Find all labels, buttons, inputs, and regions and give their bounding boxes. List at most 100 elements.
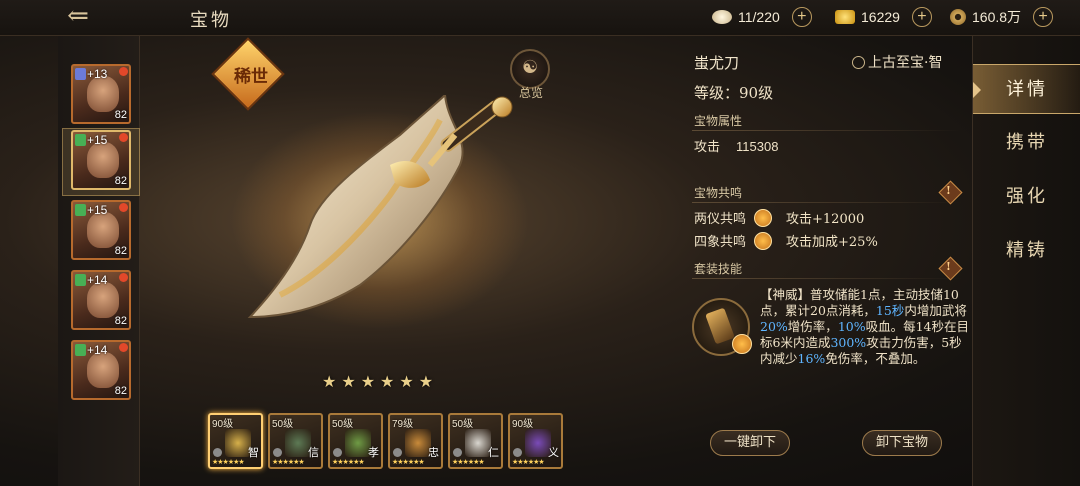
equipment-slot[interactable]: 50级 ★★★★★★ 孝: [328, 413, 383, 469]
notification-dot-icon: [119, 343, 128, 352]
skill-highlight-value: 15秒: [875, 303, 905, 318]
equipment-slot[interactable]: 50级 ★★★★★★ 仁: [448, 413, 503, 469]
tab-label: 强化: [1006, 186, 1048, 207]
back-arrow-icon[interactable]: ⇐: [58, 3, 98, 29]
tab-2[interactable]: 强化: [973, 172, 1080, 222]
unequip-treasure-button[interactable]: 卸下宝物: [862, 430, 942, 456]
skill-text-segment: 免伤率，不叠加。: [825, 351, 926, 366]
shield-badge-icon: [75, 68, 86, 80]
hero-card[interactable]: +13 82: [71, 64, 131, 124]
hero-card[interactable]: +15 82: [71, 130, 131, 190]
attack-value: 115308: [736, 139, 779, 154]
notification-dot-icon: [119, 203, 128, 212]
equipment-level: 90级: [212, 419, 234, 430]
resource-copper: 160.8万 +: [950, 6, 1054, 28]
equipment-virtue-tag: 孝: [368, 446, 379, 459]
treasure-screen: ⇐ 宝物 11/220 + 16229 + 160.8万 + +13 82 +15 8…: [0, 0, 1080, 486]
side-tabs: 详情 携带 强化 精铸: [972, 36, 1080, 486]
add-silver-button[interactable]: +: [791, 7, 812, 27]
equipment-level: 90级: [512, 419, 534, 430]
skill-highlight-value: 16%: [797, 351, 826, 366]
equipment-virtue-tag: 义: [548, 446, 559, 459]
exclamation-icon: !: [946, 260, 951, 273]
equipment-stars: ★★★★★★: [392, 458, 425, 466]
resource-silver: 11/220 +: [712, 6, 812, 28]
resonance-row: 两仪共鸣 攻击+12000: [694, 208, 864, 227]
shield-badge-icon: [75, 274, 86, 286]
treasure-rank-text: 上古至宝·智: [868, 55, 943, 71]
skill-text-segment: 内增加武将: [904, 303, 967, 318]
star-icon: ★: [380, 372, 395, 391]
resonance-effect: 攻击加成+25%: [786, 235, 878, 250]
attr-title: 宝物属性: [694, 114, 743, 128]
tab-1[interactable]: 携带: [973, 118, 1080, 168]
add-copper-button[interactable]: +: [1033, 7, 1054, 27]
shield-badge-icon: [75, 134, 86, 146]
exclamation-icon: !: [946, 184, 951, 197]
hero-portrait: [87, 352, 119, 388]
copper-value: 160.8万: [972, 9, 1022, 25]
swirl-icon: [754, 231, 773, 250]
resonance-name: 两仪共鸣: [694, 212, 747, 227]
add-gold-button[interactable]: +: [911, 7, 932, 27]
hero-portrait: [87, 142, 119, 178]
blade-icon: [705, 307, 735, 345]
star-icon: ★: [418, 372, 434, 391]
attack-stat: 攻击 115308: [694, 136, 778, 155]
skill-highlight-value: 300%: [830, 335, 867, 350]
divider: [692, 202, 962, 203]
hero-level: 82: [114, 385, 127, 397]
detail-panel: 蚩尤刀 上古至宝·智 等级：90级 宝物属性 攻击 115308 宝物共鸣 ! 两…: [682, 36, 972, 486]
equipment-virtue-tag: 忠: [428, 446, 439, 459]
overview-label: 总览: [518, 86, 543, 100]
star-icon: ★: [341, 372, 356, 391]
equipment-slot[interactable]: 90级 ★★★★★★ 义: [508, 413, 563, 469]
hero-level: 82: [114, 245, 127, 257]
tab-3[interactable]: 精铸: [973, 226, 1080, 276]
top-bar: ⇐ 宝物 11/220 + 16229 + 160.8万 +: [0, 0, 1080, 36]
skill-description: 【神威】普攻储能1点，主动技储10点，累计20点消耗，15秒内增加武将20%增伤…: [760, 287, 972, 367]
skill-highlight-value: 20%: [760, 319, 788, 334]
hero-card[interactable]: +14 82: [71, 270, 131, 330]
divider: [692, 278, 962, 279]
page-title: 宝物: [190, 10, 232, 31]
hero-level: 82: [114, 315, 127, 327]
equipment-level: 79级: [392, 419, 414, 430]
active-tab-indicator-icon: [973, 82, 981, 98]
equipment-stars: ★★★★★★: [212, 458, 245, 466]
unequip-all-button[interactable]: 一键卸下: [710, 430, 790, 456]
hero-enhance-level: +15: [87, 133, 108, 147]
skill-highlight-value: 10%: [837, 319, 866, 334]
set-skill-title: 套装技能: [694, 262, 743, 276]
skill-text-segment: 增伤率，: [787, 319, 838, 334]
hero-card[interactable]: +15 82: [71, 200, 131, 260]
equipment-slot[interactable]: 79级 ★★★★★★ 忠: [388, 413, 443, 469]
hero-enhance-level: +14: [87, 273, 108, 287]
shield-badge-icon: [75, 204, 86, 216]
attack-label: 攻击: [694, 140, 721, 155]
skill-name: 【神威】: [760, 287, 811, 302]
hero-portrait: [87, 76, 119, 112]
lock-icon: [513, 448, 522, 457]
hero-card[interactable]: +14 82: [71, 340, 131, 400]
equipment-level: 50级: [332, 419, 354, 430]
equipment-virtue-tag: 信: [308, 446, 319, 459]
star-icon: ★: [399, 372, 414, 391]
treasure-rank: 上古至宝·智: [852, 52, 942, 72]
equipment-slot[interactable]: 50级 ★★★★★★ 信: [268, 413, 323, 469]
star-icon: ★: [360, 372, 376, 391]
star-icon: ★: [322, 372, 337, 391]
gold-ingot-icon: [835, 10, 855, 24]
equipment-slot[interactable]: 90级 ★★★★★★ 智: [208, 413, 263, 469]
rarity-label: 稀世: [234, 67, 268, 87]
tab-label: 精铸: [1006, 240, 1048, 261]
tab-0[interactable]: 详情: [973, 64, 1080, 114]
hero-level: 82: [114, 175, 127, 187]
equipment-virtue-tag: 仁: [488, 446, 499, 459]
lock-icon: [393, 448, 402, 457]
silver-value: 11/220: [738, 9, 780, 25]
swirl-icon: [754, 208, 773, 227]
treasure-name: 蚩尤刀: [694, 54, 740, 72]
lock-icon: [333, 448, 342, 457]
hero-enhance-level: +14: [87, 343, 108, 357]
